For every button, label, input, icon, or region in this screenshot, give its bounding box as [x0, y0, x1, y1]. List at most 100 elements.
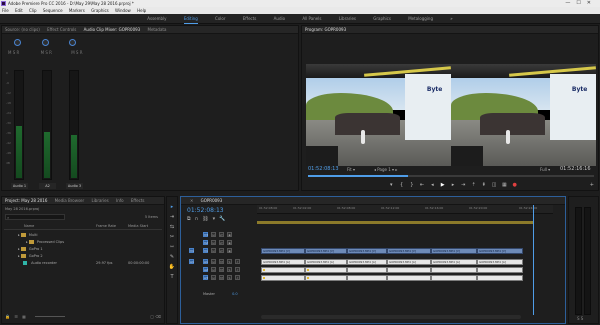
tab-source[interactable]: Source: (no clips): [5, 27, 40, 32]
audio-clip[interactable]: GOPR0093.MP4 [A]: [261, 259, 305, 265]
pen-tool-icon[interactable]: ✎: [168, 253, 176, 261]
mark-out-icon[interactable]: }: [407, 182, 416, 189]
tab-project[interactable]: Project: May 28 2016: [5, 198, 47, 203]
voiceover-mic-icon[interactable]: ♪: [235, 267, 240, 272]
icon-view-icon[interactable]: ▦: [22, 314, 26, 319]
track-select-tool-icon[interactable]: ⇥: [168, 213, 176, 221]
track-target-a2[interactable]: A2: [203, 267, 208, 272]
tab-media-browser[interactable]: Media Browser: [55, 198, 85, 203]
new-item-icon[interactable]: ▢ ⌫: [150, 314, 161, 319]
solo-button[interactable]: S: [227, 267, 232, 272]
add-marker-icon[interactable]: ▾: [387, 182, 396, 189]
playhead[interactable]: [533, 205, 534, 315]
voiceover-mic-icon[interactable]: ♪: [235, 259, 240, 264]
workspace-audio[interactable]: Audio: [274, 14, 285, 24]
menu-markers[interactable]: Markers: [69, 8, 85, 13]
master-volume[interactable]: 0.0: [232, 292, 238, 296]
tab-info[interactable]: Info: [116, 198, 124, 203]
video-clip[interactable]: GOPR0093.MP4 [V]: [431, 248, 477, 254]
nest-icon[interactable]: ⧉: [187, 216, 195, 222]
workspace-assembly[interactable]: Assembly: [147, 14, 166, 24]
video-clip[interactable]: GOPR0093.MP4 [V]: [261, 248, 305, 254]
workspace-editing[interactable]: Editing: [183, 15, 198, 24]
list-view-icon[interactable]: ☰: [14, 314, 18, 319]
lift-icon[interactable]: ⇡: [469, 182, 478, 189]
timeline-horizontal-scrollbar[interactable]: [261, 315, 521, 319]
zoom-slider[interactable]: [35, 316, 65, 317]
audio-clip[interactable]: [261, 267, 305, 273]
audio-clip[interactable]: [431, 275, 477, 281]
program-scrubber[interactable]: [308, 175, 594, 177]
audio-clip[interactable]: [477, 275, 523, 281]
project-item[interactable]: ▸ Multi: [4, 232, 162, 239]
add-button-icon[interactable]: +: [590, 182, 594, 188]
bin-disclosure-icon[interactable]: ▸: [18, 233, 20, 237]
export-frame-icon[interactable]: ◫: [490, 182, 499, 189]
time-ruler[interactable]: 01:52:08:00 01:52:02:00 01:52:08:00 01:5…: [257, 205, 553, 214]
project-search-input[interactable]: ⌕: [5, 214, 65, 220]
eye-icon[interactable]: ◉: [227, 248, 232, 253]
bin-disclosure-icon[interactable]: ▸: [18, 254, 20, 258]
tab-effect-controls[interactable]: Effect Controls: [47, 27, 76, 32]
go-to-out-icon[interactable]: ⇥: [459, 182, 468, 189]
source-patch-v1[interactable]: V1: [189, 248, 194, 253]
track-target-v1[interactable]: V1: [203, 248, 208, 253]
audio-clip[interactable]: GOPR0093.MP4 [A]: [387, 259, 431, 265]
hand-tool-icon[interactable]: ✋: [168, 263, 176, 271]
pan-knob-audio3[interactable]: [69, 39, 76, 46]
fader-audio1[interactable]: [14, 70, 24, 180]
menu-window[interactable]: Window: [115, 8, 131, 13]
workspace-graphics[interactable]: Graphics: [373, 14, 391, 24]
audio-clip[interactable]: [305, 267, 347, 273]
col-frame-rate[interactable]: Frame Rate: [96, 224, 116, 228]
linked-selection-icon[interactable]: ⛓: [202, 216, 212, 222]
workspace-metalogging[interactable]: Metalogging: [408, 14, 433, 24]
audio-clip[interactable]: [387, 275, 431, 281]
page-selector[interactable]: ◂ Page 1 ▾ ▸: [374, 167, 397, 172]
fader-a2[interactable]: [42, 70, 52, 180]
audio-clip[interactable]: [261, 275, 305, 281]
tab-program[interactable]: Program: GOPR0093: [305, 27, 346, 32]
solo-meter-buttons[interactable]: S S: [577, 316, 583, 321]
maximize-button[interactable]: ☐: [576, 0, 586, 6]
tab-audio-clip-mixer[interactable]: Audio Clip Mixer: GOPR0093: [84, 27, 141, 32]
track-target-a1[interactable]: A1: [203, 259, 208, 264]
slip-tool-icon[interactable]: ⇿: [168, 243, 176, 251]
razor-tool-icon[interactable]: ✂: [168, 233, 176, 241]
bin-disclosure-icon[interactable]: ▸: [26, 240, 28, 244]
tab-effects[interactable]: Effects: [131, 198, 145, 203]
wrench-icon[interactable]: 🔧: [219, 216, 229, 222]
menu-sequence[interactable]: Sequence: [43, 8, 63, 13]
close-button[interactable]: ✕: [587, 0, 597, 6]
pan-knob-a2[interactable]: [42, 39, 49, 46]
close-sequence-icon[interactable]: ✕: [190, 198, 193, 203]
workspace-effects[interactable]: Effects: [243, 14, 257, 24]
timeline-timecode[interactable]: 01:52:08:13: [187, 207, 224, 214]
col-media-start[interactable]: Media Start: [128, 224, 148, 228]
eye-icon[interactable]: ◉: [227, 240, 232, 245]
mute-button[interactable]: M: [219, 267, 224, 272]
audio-clip[interactable]: [305, 275, 347, 281]
menu-edit[interactable]: Edit: [15, 8, 23, 13]
minimize-button[interactable]: —: [565, 0, 576, 6]
project-item[interactable]: ▸ GoPro 2: [4, 253, 162, 260]
selection-tool-icon[interactable]: ▸: [168, 203, 176, 211]
step-forward-icon[interactable]: ▸: [449, 182, 458, 189]
audio-clip[interactable]: [477, 267, 523, 273]
audio-clip[interactable]: GOPR0093.MP4 [A]: [347, 259, 387, 265]
channel-mute-icons[interactable]: M S R: [8, 50, 19, 55]
menu-clip[interactable]: Clip: [29, 8, 37, 13]
video-clip[interactable]: GOPR0093.MP4 [V]: [387, 248, 431, 254]
go-to-in-icon[interactable]: ⇤: [418, 182, 427, 189]
sync-lock-icon[interactable]: ⇄: [219, 248, 224, 253]
track-target-v3[interactable]: V3: [203, 232, 208, 237]
mark-in-icon[interactable]: {: [397, 182, 406, 189]
eye-icon[interactable]: ◉: [227, 232, 232, 237]
menu-help[interactable]: Help: [137, 8, 146, 13]
work-area-bar[interactable]: [257, 221, 533, 224]
workspace-overflow-icon[interactable]: »: [450, 14, 452, 24]
lock-icon[interactable]: ⊡: [211, 240, 216, 245]
lock-icon[interactable]: ⊡: [211, 267, 216, 272]
audio-clip[interactable]: GOPR0093.MP4 [A]: [477, 259, 523, 265]
audio-clip[interactable]: [347, 267, 387, 273]
